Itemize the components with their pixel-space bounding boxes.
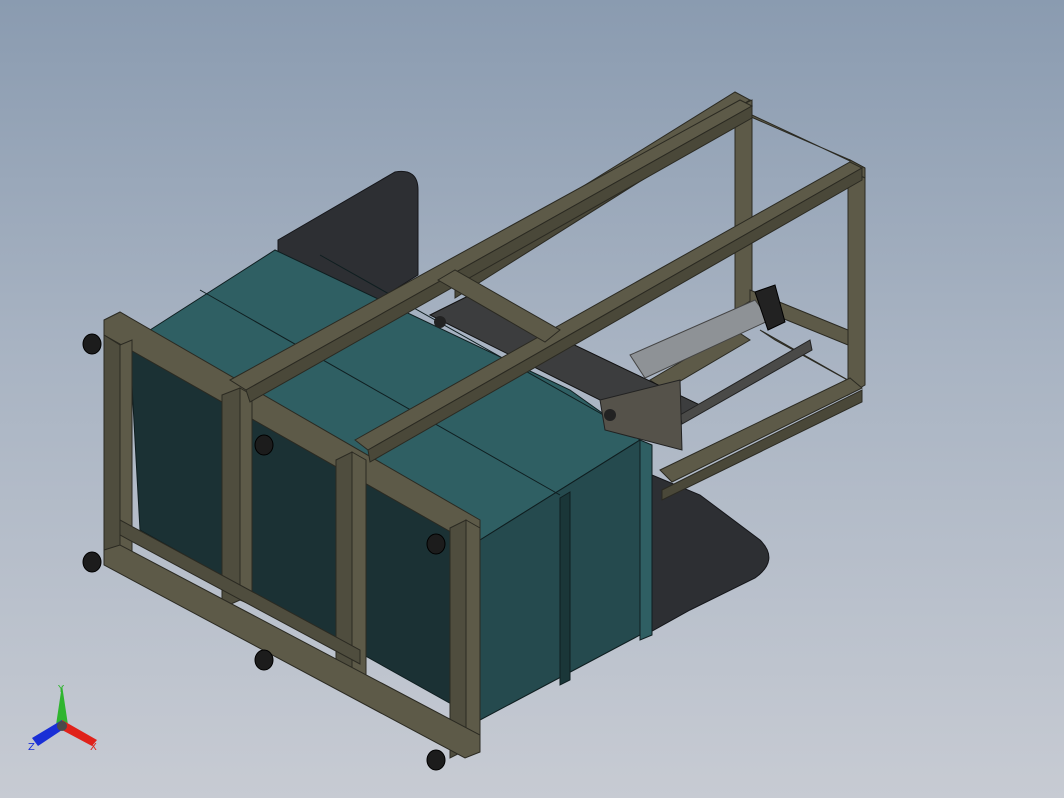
graphics-viewport[interactable]: Y X Z xyxy=(0,0,1064,798)
z-axis-label: Z xyxy=(28,742,35,753)
triad-icon: Y X Z xyxy=(28,684,97,753)
origin-dot xyxy=(57,721,67,731)
cad-model[interactable] xyxy=(0,0,1064,798)
back-plate-lower xyxy=(639,469,770,636)
y-axis-label: Y xyxy=(57,684,65,695)
x-axis-label: X xyxy=(90,742,97,753)
